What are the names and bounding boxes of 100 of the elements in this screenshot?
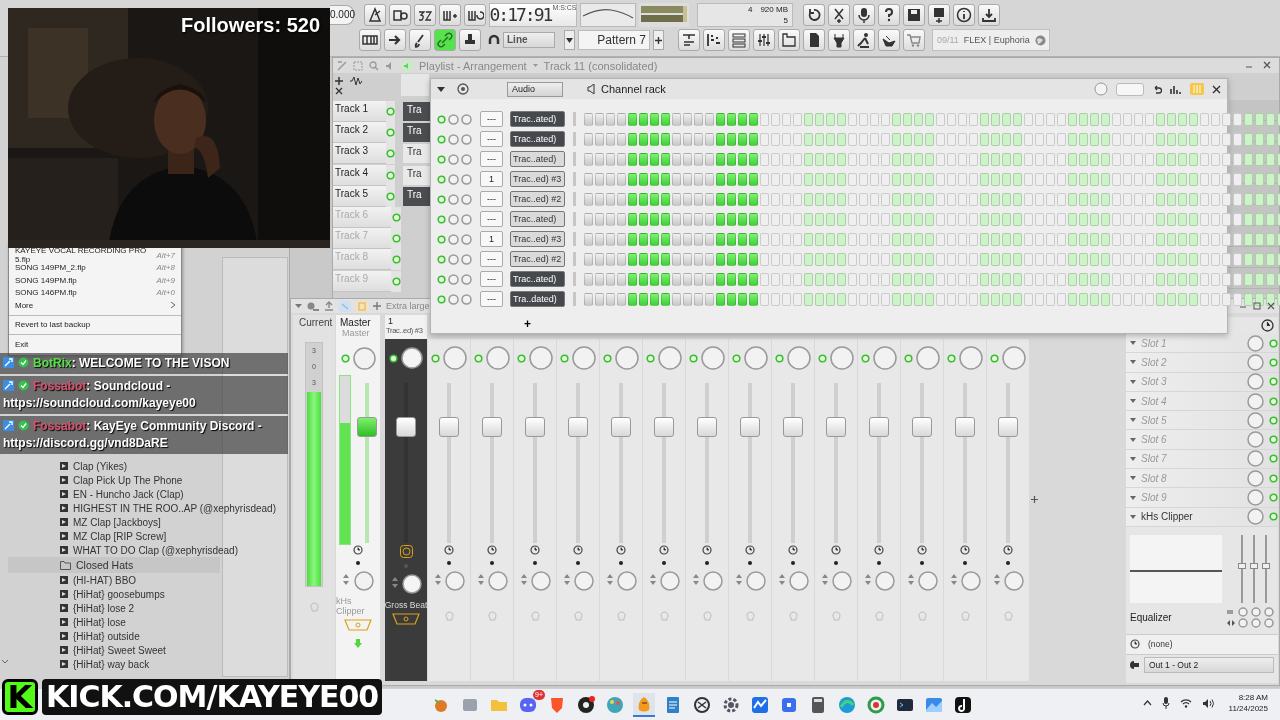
file-label[interactable]: {HiHat} way back — [73, 658, 150, 670]
menu-item-label: SONG 149PM_2.flp — [15, 263, 86, 273]
channel-name-button[interactable]: Trac..ed) #2 — [510, 191, 565, 207]
slot-name: Slot 4 — [1141, 395, 1168, 407]
clip[interactable]: Tra — [403, 102, 431, 121]
menu-item[interactable]: SONG 146PM.flp Alt+0 — [9, 286, 181, 299]
file-label[interactable]: Clap (Yikes) — [73, 460, 128, 472]
menu-item-label: More — [15, 300, 34, 310]
channel-name-button[interactable]: Trac..ed) #3 — [510, 171, 565, 187]
polyphony-value: 5 — [782, 15, 788, 26]
channel-number[interactable]: 1 — [480, 231, 503, 247]
file-label[interactable]: HIGHEST IN THE ROO..AP (@xephyrisdead) — [73, 502, 276, 514]
pattern-selector[interactable]: Pattern 7 — [578, 30, 650, 50]
menu-item-label: SONG 149PM.flp — [15, 275, 77, 285]
banner-text: KICK.COM/KAYEYE00 — [42, 679, 383, 715]
memory-value: 920 MB — [760, 4, 788, 15]
insert-number: 1 — [388, 316, 394, 326]
menu-item[interactable]: Exit — [9, 338, 181, 351]
shortcut-label: Alt+7 — [156, 250, 175, 260]
folder-row[interactable]: Closed Hats — [8, 557, 220, 573]
slot-name: Slot 7 — [1141, 453, 1168, 465]
strip-label: Current — [299, 317, 333, 328]
group-dropdown[interactable]: Audio — [507, 81, 563, 97]
time-value: 0:17:91 — [489, 4, 552, 26]
clock-date: 11/24/2025 — [1228, 703, 1268, 714]
slot-name: Slot 6 — [1141, 434, 1168, 446]
output-dropdown[interactable]: Out 1 - Out 2 — [1144, 657, 1274, 674]
menu-item[interactable]: KAYEYE VOCAL RECORDING PRO 5.flp Alt+7 — [9, 249, 181, 262]
track-name[interactable]: Track 2 — [333, 122, 386, 144]
strip-name[interactable]: Master — [340, 317, 380, 328]
input-value: (none) — [1148, 639, 1173, 650]
track-name[interactable]: Track 1 — [333, 101, 386, 122]
eq-label: Equalizer — [1130, 611, 1173, 623]
clip[interactable]: Tra — [403, 165, 431, 185]
plugin-name: kHs Clipper — [336, 596, 366, 616]
add-channel-button[interactable]: + — [521, 317, 534, 331]
clip[interactable]: Tra — [403, 123, 431, 143]
file-label[interactable]: WHAT TO DO Clap (@xephyrisdead) — [73, 544, 238, 556]
menu-item[interactable]: More — [9, 299, 181, 312]
channel-name-button[interactable]: Trac..ated) — [510, 111, 565, 127]
slot-name: Slot 8 — [1141, 472, 1168, 484]
slot-name: Slot 3 — [1141, 376, 1168, 388]
channel-number[interactable]: --- — [480, 211, 503, 227]
clip[interactable]: Tra — [403, 144, 431, 164]
folder-label[interactable]: Closed Hats — [76, 559, 134, 571]
follower-count: Followers: 520 — [181, 14, 320, 37]
file-label[interactable]: (HI-HAT) BBO — [73, 574, 137, 586]
input-dropdown[interactable]: (none) — [1126, 633, 1278, 654]
strip-subname: Master — [342, 328, 371, 338]
shortcut-label: Alt+8 — [156, 263, 175, 273]
slot-name: kHs Clipper — [1141, 511, 1194, 523]
file-label[interactable]: {HiHat} goosebumps — [73, 588, 165, 600]
file-label[interactable]: Clap Pick Up The Phone — [73, 474, 183, 486]
file-label[interactable]: {HiHat} outside — [73, 630, 140, 642]
channel-name-button[interactable]: Trac..ed) #3 — [510, 231, 565, 247]
track-name[interactable]: Track 5 — [333, 185, 386, 207]
track-name[interactable]: Track 4 — [333, 164, 386, 186]
file-label[interactable]: {HiHat} Sweet Sweet — [73, 644, 166, 656]
channel-name-button[interactable]: Trac..ated) — [510, 271, 565, 287]
menu-item[interactable]: Revert to last backup — [9, 318, 181, 331]
menu-item-label: KAYEYE VOCAL RECORDING PRO 5.flp — [15, 246, 148, 265]
channel-name-button[interactable]: Trac..ated) — [510, 211, 565, 227]
channel-name-button[interactable]: Trac..ed) #2 — [510, 251, 565, 267]
cpu-value: 4 — [746, 4, 754, 15]
menu-item-label: SONG 146PM.flp — [15, 288, 77, 298]
channel-number[interactable]: 1 — [480, 171, 503, 187]
channel-name-button[interactable]: Trac..ated) — [510, 131, 565, 147]
shortcut-label: Alt+0 — [156, 288, 175, 298]
channel-number[interactable]: --- — [480, 131, 503, 147]
slot-name: Slot 1 — [1141, 337, 1168, 349]
channel-name-button[interactable]: Trac..ated) — [510, 151, 565, 167]
file-label[interactable]: MZ Clap [Jackboys] — [73, 516, 161, 528]
clip[interactable]: Tra — [403, 186, 431, 206]
menu-item[interactable]: SONG 149PM.flp Alt+9 — [9, 274, 181, 287]
chat-text: Fossabot: Soundcloud - https://soundcloud.com/kayeye00 — [3, 379, 196, 410]
channel-number[interactable]: --- — [480, 251, 503, 267]
playlist-title: Playlist - Arrangement — [419, 59, 527, 72]
file-label[interactable]: MZ Clap [RIP Screw] — [73, 530, 167, 542]
rack-title: Channel rack — [601, 83, 666, 95]
channel-name-button[interactable]: Tra..dated) — [510, 291, 565, 307]
mixer-strip[interactable]: Master Master kHs Clipper — [336, 315, 380, 681]
plugin-name: Gross Beat — [384, 600, 428, 610]
shortcut-label: Alt+9 — [156, 275, 175, 285]
clock[interactable]: 8:28 AM 11/24/2025 — [1228, 692, 1268, 714]
track-name[interactable]: Track 3 — [333, 143, 386, 165]
channel-number[interactable]: --- — [480, 291, 503, 307]
effect-slot[interactable]: kHs Clipper — [1126, 507, 1278, 527]
channel-number[interactable]: --- — [480, 271, 503, 287]
slot-name: Slot 9 — [1141, 492, 1168, 503]
tempo-display[interactable]: 0.000 — [330, 5, 354, 25]
news-index: 09/11 — [937, 35, 959, 45]
channel-number[interactable]: --- — [480, 111, 503, 127]
channel-number[interactable]: --- — [480, 151, 503, 167]
slot-name: Slot 2 — [1141, 356, 1168, 368]
file-label[interactable]: {HiHat} lose 2 — [73, 602, 135, 614]
file-label[interactable]: {HiHat} lose — [73, 616, 126, 628]
channel-number[interactable]: --- — [480, 191, 503, 207]
snap-dropdown[interactable]: Line — [503, 32, 555, 48]
news-text: FLEX | Euphoria — [963, 35, 1030, 45]
file-label[interactable]: EN - Huncho Jack (Clap) — [73, 488, 184, 500]
